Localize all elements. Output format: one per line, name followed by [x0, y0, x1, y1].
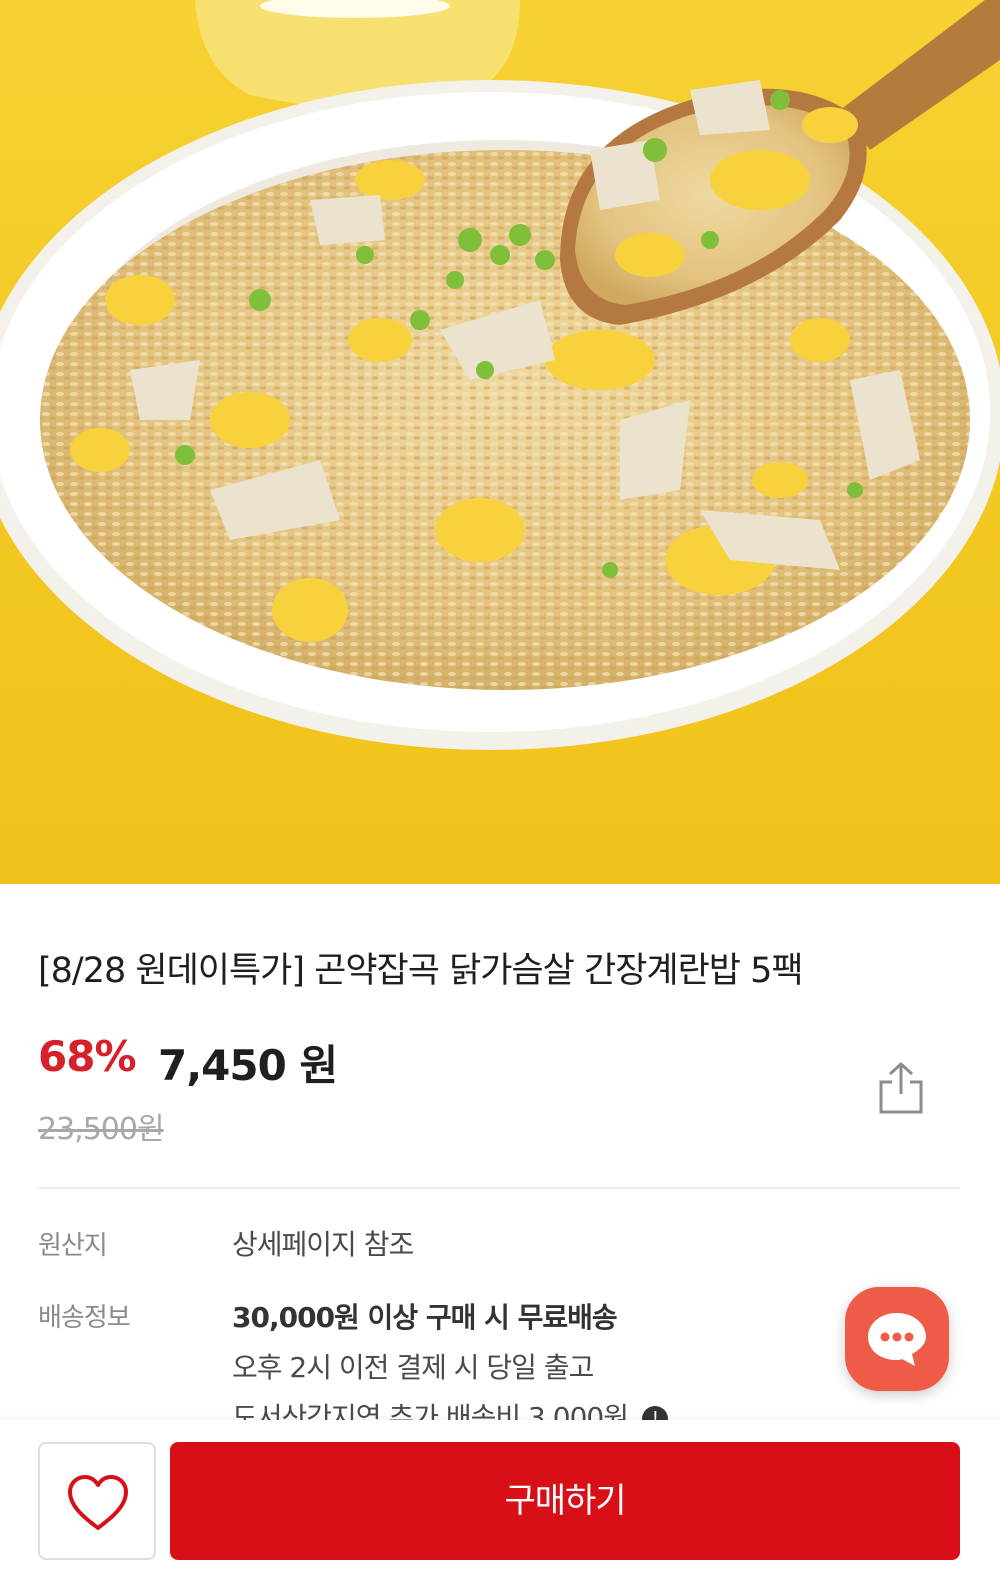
- buy-button[interactable]: 구매하기: [170, 1442, 960, 1560]
- product-image: [0, 0, 1000, 884]
- original-price: 23,500원: [38, 1112, 165, 1147]
- heart-icon: [68, 1475, 128, 1530]
- sale-price: 7,450 원: [158, 1041, 338, 1090]
- shipping-same-day: 오후 2시 이전 결제 시 당일 출고: [232, 1351, 594, 1384]
- fried-rice-illustration: [0, 0, 1000, 750]
- wishlist-button[interactable]: [38, 1442, 156, 1560]
- origin-value: 상세페이지 참조: [232, 1228, 414, 1261]
- divider: [38, 1187, 960, 1189]
- chat-button[interactable]: [845, 1287, 949, 1391]
- shipping-free-condition: 30,000원 이상 구매 시 무료배송: [232, 1301, 618, 1334]
- product-title: [8/28 원데이특가] 곤약잡곡 닭가슴살 간장계란밥 5팩: [38, 951, 804, 991]
- shipping-label: 배송정보: [38, 1303, 131, 1333]
- discount-rate: 68%: [38, 1032, 137, 1081]
- share-icon[interactable]: [876, 1060, 926, 1116]
- origin-label: 원산지: [38, 1231, 108, 1261]
- chat-icon: [868, 1313, 926, 1366]
